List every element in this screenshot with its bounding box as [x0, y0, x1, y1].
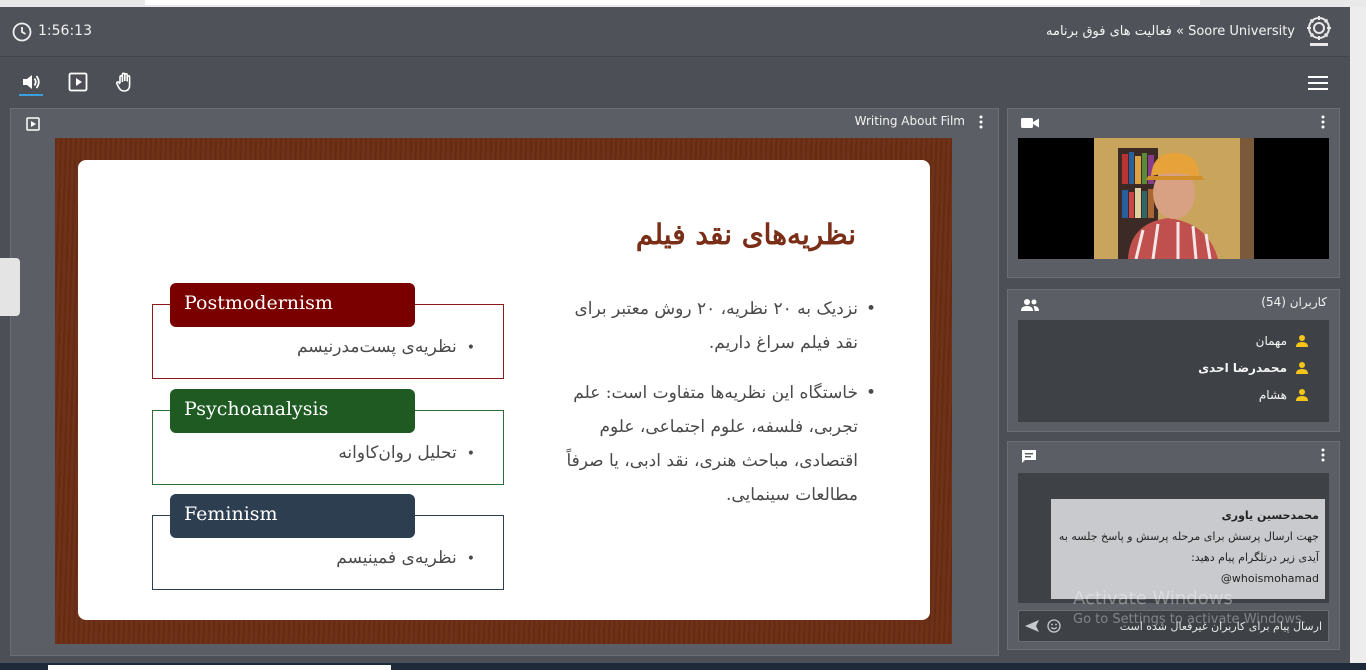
breadcrumb[interactable]: Soore University » فعالیت های فوق برنامه — [1046, 24, 1295, 39]
presentation-panel: Writing About Film نظریه‌های نقد فیلم • … — [10, 108, 999, 656]
scrollbar[interactable] — [1350, 7, 1366, 663]
speaker-active-indicator — [19, 94, 43, 96]
theory-box-feminism: Feminism •نظریه‌ی فمینیسم — [152, 494, 504, 590]
presenter-video-frame — [1018, 138, 1329, 259]
clock-icon — [12, 22, 32, 42]
slide-title: نظریه‌های نقد فیلم — [635, 218, 856, 251]
theory-label: Feminism — [170, 494, 415, 538]
raise-hand-icon[interactable] — [114, 71, 136, 93]
users-icon — [1021, 299, 1039, 311]
speaker-icon[interactable] — [20, 71, 42, 93]
theory-description: •تحلیل روان‌کاوانه — [338, 443, 475, 463]
list-item[interactable]: مهمان — [1256, 334, 1309, 348]
play-icon[interactable] — [67, 71, 89, 93]
user-icon — [1296, 389, 1308, 401]
emoji-icon[interactable] — [1047, 619, 1061, 633]
side-drawer-handle[interactable] — [0, 258, 20, 316]
theory-description: •نظریه‌ی پست‌مدرنیسم — [296, 337, 475, 357]
chat-message: محمدحسین یاوری جهت ارسال پرسش برای مرحله… — [1051, 499, 1325, 599]
theory-label: Psychoanalysis — [170, 389, 415, 433]
theory-description: •نظریه‌ی فمینیسم — [336, 548, 475, 568]
video-options-icon[interactable] — [1321, 115, 1325, 129]
slide-frame: نظریه‌های نقد فیلم • نزدیک به ۲۰ نظریه، … — [55, 138, 952, 644]
webcam-video[interactable] — [1018, 138, 1329, 259]
list-item[interactable]: هشام — [1259, 388, 1309, 402]
user-icon — [1296, 335, 1308, 347]
chat-icon — [1022, 450, 1036, 463]
presentation-options-icon[interactable] — [979, 115, 983, 129]
slide-card: نظریه‌های نقد فیلم • نزدیک به ۲۰ نظریه، … — [78, 160, 930, 620]
theory-box-postmodernism: Postmodernism •نظریه‌ی پست‌مدرنیسم — [152, 283, 504, 379]
presentation-title: Writing About Film — [854, 114, 965, 128]
hamburger-menu-icon[interactable] — [1308, 76, 1328, 90]
list-item[interactable]: محمدرضا احدی — [1198, 361, 1309, 375]
slide-bullet: • خاستگاه این نظریه‌ها متفاوت است: علم ت… — [566, 383, 876, 505]
chat-messages[interactable]: محمدحسین یاوری جهت ارسال پرسش برای مرحله… — [1018, 473, 1329, 603]
message-author: محمدحسین یاوری — [1221, 509, 1319, 522]
users-list[interactable]: مهمان محمدرضا احدی هشام — [1018, 320, 1329, 422]
header-bar: 1:56:13 Soore University » فعالیت های فو… — [0, 7, 1350, 57]
send-icon[interactable] — [1024, 619, 1040, 633]
slide-bullet: • نزدیک به ۲۰ نظریه، ۲۰ روش معتبر برای ن… — [574, 299, 876, 353]
chat-options-icon[interactable] — [1321, 448, 1325, 462]
windows-activation-hint: Go to Settings to activate Windows. — [1073, 612, 1306, 627]
users-count-title: کاربران (54) — [1261, 295, 1327, 309]
university-logo — [1307, 16, 1331, 46]
message-handle: whoismohamad@ — [1220, 572, 1319, 585]
user-icon — [1296, 362, 1308, 374]
toolbar — [0, 57, 1350, 103]
video-panel — [1007, 108, 1340, 278]
session-timer: 1:56:13 — [38, 23, 92, 39]
users-panel: کاربران (54) مهمان محمدرضا احدی هشام — [1007, 289, 1340, 432]
taskbar-strip — [0, 663, 1366, 670]
camera-icon[interactable] — [1021, 117, 1039, 129]
theory-box-psychoanalysis: Psychoanalysis •تحلیل روان‌کاوانه — [152, 389, 504, 485]
theory-label: Postmodernism — [170, 283, 415, 327]
presentation-icon[interactable] — [26, 117, 40, 131]
windows-activation-watermark: Activate Windows — [1073, 588, 1233, 609]
message-text: جهت ارسال پرسش برای مرحله پرسش و پاسخ جل… — [1058, 530, 1319, 564]
browser-top-strip — [0, 0, 1366, 7]
